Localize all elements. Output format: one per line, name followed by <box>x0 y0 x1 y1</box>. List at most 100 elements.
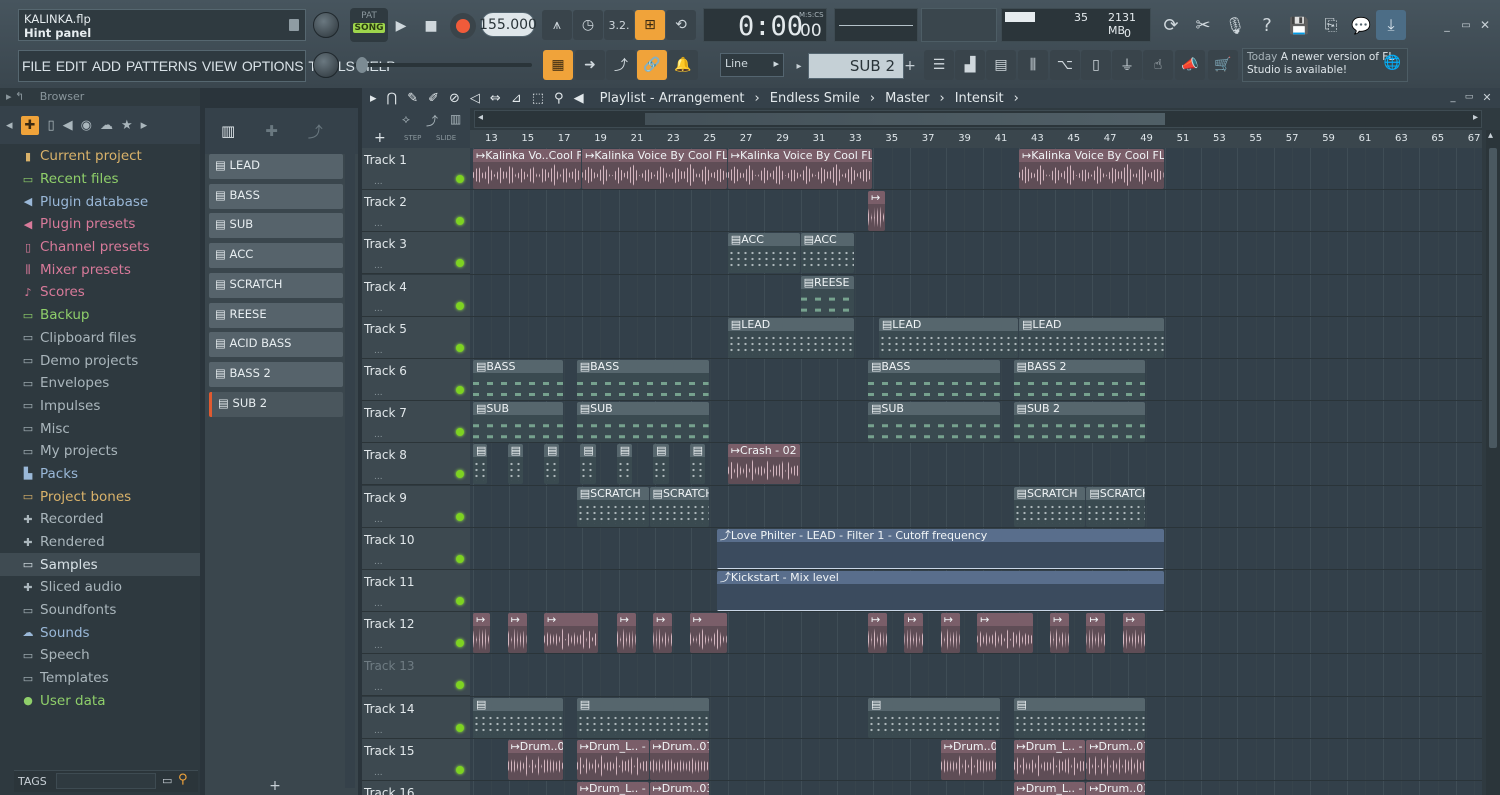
track-header[interactable]: Track 11... <box>362 570 470 612</box>
playlist-clip[interactable]: ▤SUB <box>867 402 1000 443</box>
overview-scrollbar[interactable]: ◂ ▸ <box>474 110 1482 128</box>
playlist-clip[interactable]: ▤SUB 2 <box>1013 402 1146 443</box>
playlist-clip[interactable]: ↦Drum_L.. - 03 <box>1013 782 1086 795</box>
project-info-button[interactable]: ▯ <box>1081 50 1111 80</box>
master-volume-knob[interactable] <box>313 12 339 38</box>
browser-item[interactable]: ▭ Samples <box>0 553 200 577</box>
track-mute-led[interactable] <box>456 554 464 563</box>
playlist-clip[interactable]: ▤ <box>616 444 633 485</box>
playlist-clip[interactable]: ↦Drum..07 <box>1086 739 1146 780</box>
star-filter-icon[interactable]: ★ <box>121 118 133 133</box>
master-pitch-knob[interactable] <box>313 52 339 78</box>
track-options-icon[interactable]: ... <box>374 346 383 356</box>
browser-item[interactable]: ▭ Clipboard files <box>0 327 200 350</box>
browser-button[interactable]: ⌥ <box>1050 50 1080 80</box>
zoom-icon[interactable]: ⚲ <box>554 91 564 106</box>
pattern-item[interactable]: ▤ ACC <box>209 243 343 269</box>
track-mute-led[interactable] <box>456 723 464 732</box>
playlist-clip[interactable]: ▤LEAD <box>1019 317 1164 358</box>
playlist-clip[interactable]: ↦ <box>653 613 673 654</box>
pattern-item[interactable]: ▤ SCRATCH <box>209 272 343 298</box>
vertical-scrollbar[interactable]: ▴ <box>1486 130 1500 795</box>
playlist-clip[interactable]: ▤SCRATCH <box>649 486 709 527</box>
browser-item[interactable]: ▭ Soundfonts <box>0 599 200 622</box>
playlist-clip[interactable]: ▤ <box>580 444 596 485</box>
menu-options[interactable]: OPTIONS <box>242 58 304 74</box>
playlist-clip[interactable]: ▤BASS <box>867 360 1000 400</box>
playlist-clip[interactable]: ↦Drum_L.. - 07 <box>576 739 649 780</box>
track-options-icon[interactable]: ... <box>374 430 383 440</box>
globe-filter-icon[interactable]: ◉ <box>81 118 92 133</box>
playlist-clip[interactable]: ↦Drum..03 <box>1086 782 1146 795</box>
playlist-view-button[interactable]: ▦ <box>543 50 573 80</box>
browser-item[interactable]: ◀ Plugin database <box>0 190 200 213</box>
playlist-clip[interactable]: ▤BASS <box>473 360 563 400</box>
browser-item[interactable]: ☁ Sounds <box>0 621 200 644</box>
stop-button[interactable]: ■ <box>416 11 446 41</box>
playlist-clip[interactable]: ↦Drum..03 <box>649 782 709 795</box>
countdown-button[interactable]: 3.2. <box>604 10 634 40</box>
playlist-clip[interactable]: ▤ <box>473 444 487 485</box>
pattern-select[interactable]: SUB 2 <box>808 53 904 79</box>
track-header[interactable]: Track 13... <box>362 654 470 697</box>
close-button[interactable]: ✕ <box>1478 18 1492 32</box>
playlist-clip[interactable]: ↦Drum_L.. - 03 <box>576 782 649 795</box>
track-mute-led[interactable] <box>456 639 464 648</box>
track-mute-led[interactable] <box>456 343 464 352</box>
track-header[interactable]: Track 2... <box>362 190 470 233</box>
timeline-ruler[interactable]: 13 15 17 19 21 23 25 27 29 31 33 35 37 39 41 43 45 47 49 51… <box>470 130 1482 148</box>
browser-item[interactable]: ▭ My projects <box>0 440 200 463</box>
track-options-icon[interactable]: ... <box>374 472 383 482</box>
playlist-clip[interactable]: ▤SCRATCH <box>1086 486 1146 527</box>
playlist-clip[interactable]: ↦ <box>867 191 886 232</box>
browser-item[interactable]: ▯ Channel presets <box>0 236 200 259</box>
browser-item[interactable]: ▭ Templates <box>0 667 200 690</box>
playlist-clip[interactable]: ↦ <box>616 613 636 654</box>
track-header[interactable]: Track 6... <box>362 359 470 401</box>
piano-roll-button[interactable]: ▟ <box>955 50 985 80</box>
playlist-clip[interactable]: ▤SCRATCH <box>576 486 649 527</box>
export-button[interactable]: ⎘ <box>1316 10 1346 40</box>
add-icon[interactable]: + <box>374 130 386 146</box>
browser-item[interactable]: ▭ Misc <box>0 417 200 440</box>
playlist-clip[interactable]: ↦Drum..07 <box>649 739 709 780</box>
playlist-clip[interactable]: ↦Crash - 02 <box>727 444 800 485</box>
chevron-left-icon[interactable]: ◂ <box>6 118 13 133</box>
playlist-clip[interactable]: ⤴Love Philter - LEAD - Filter 1 - Cutoff… <box>716 528 1164 569</box>
main-slider[interactable] <box>354 57 532 73</box>
track-options-icon[interactable]: ... <box>374 261 383 271</box>
paint-icon[interactable]: ✐ <box>428 91 439 106</box>
slide-tool-button[interactable]: ⤴ <box>606 50 636 80</box>
folder-icon[interactable]: ▭ <box>162 774 172 787</box>
playlist-clip[interactable]: ▤ <box>507 444 523 485</box>
track-mute-led[interactable] <box>456 259 464 268</box>
plugin-manager-button[interactable]: 📣 <box>1175 50 1205 80</box>
playlist-clip[interactable]: ↦ <box>867 613 887 654</box>
pattern-mode-icon[interactable]: ▥ <box>221 122 235 140</box>
menu-view[interactable]: VIEW <box>202 58 237 74</box>
mixer-button[interactable]: ⫼ <box>1018 50 1048 80</box>
save-button[interactable]: 💾 <box>1284 10 1314 40</box>
playlist-clip[interactable]: ↦Kalinka Voice By Cool FLP <box>1019 149 1164 189</box>
scroll-right-icon[interactable]: ▸ <box>1473 112 1478 123</box>
pattern-item[interactable]: ▤ REESE <box>209 302 343 328</box>
channel-rack-toggle[interactable]: ➜ <box>575 50 605 80</box>
browser-item[interactable]: ✚ Sliced audio <box>0 576 200 599</box>
track-options-icon[interactable]: ... <box>374 304 383 314</box>
track-header[interactable]: Track 9... <box>362 485 470 528</box>
playlist-button[interactable]: ☰ <box>924 50 954 80</box>
time-display[interactable]: 0:00 M:S:CS 00 <box>703 8 827 42</box>
menu-edit[interactable]: EDIT <box>56 58 87 74</box>
track-mute-led[interactable] <box>456 386 464 394</box>
pattern-item[interactable]: ▤ SUB 2 <box>209 391 343 417</box>
cut-tool-button[interactable]: ✂ <box>1188 10 1218 40</box>
playlist-clip[interactable]: ↦Drum_L.. - 07 <box>1013 739 1086 780</box>
magnet-icon[interactable]: ⋂ <box>387 91 398 106</box>
playlist-clip[interactable]: ▤ <box>653 444 669 485</box>
browser-item[interactable]: ▭ Project bones <box>0 485 200 508</box>
menu-file[interactable]: FILE <box>22 58 51 74</box>
file-filter-icon[interactable]: ▯ <box>47 118 54 133</box>
playlist-clip[interactable]: ▤SCRATCH <box>1013 486 1086 527</box>
chat-button[interactable]: 💬 <box>1346 10 1376 40</box>
playlist-clip[interactable]: ↦Kalinka Voice By Cool FLP <box>582 149 727 189</box>
